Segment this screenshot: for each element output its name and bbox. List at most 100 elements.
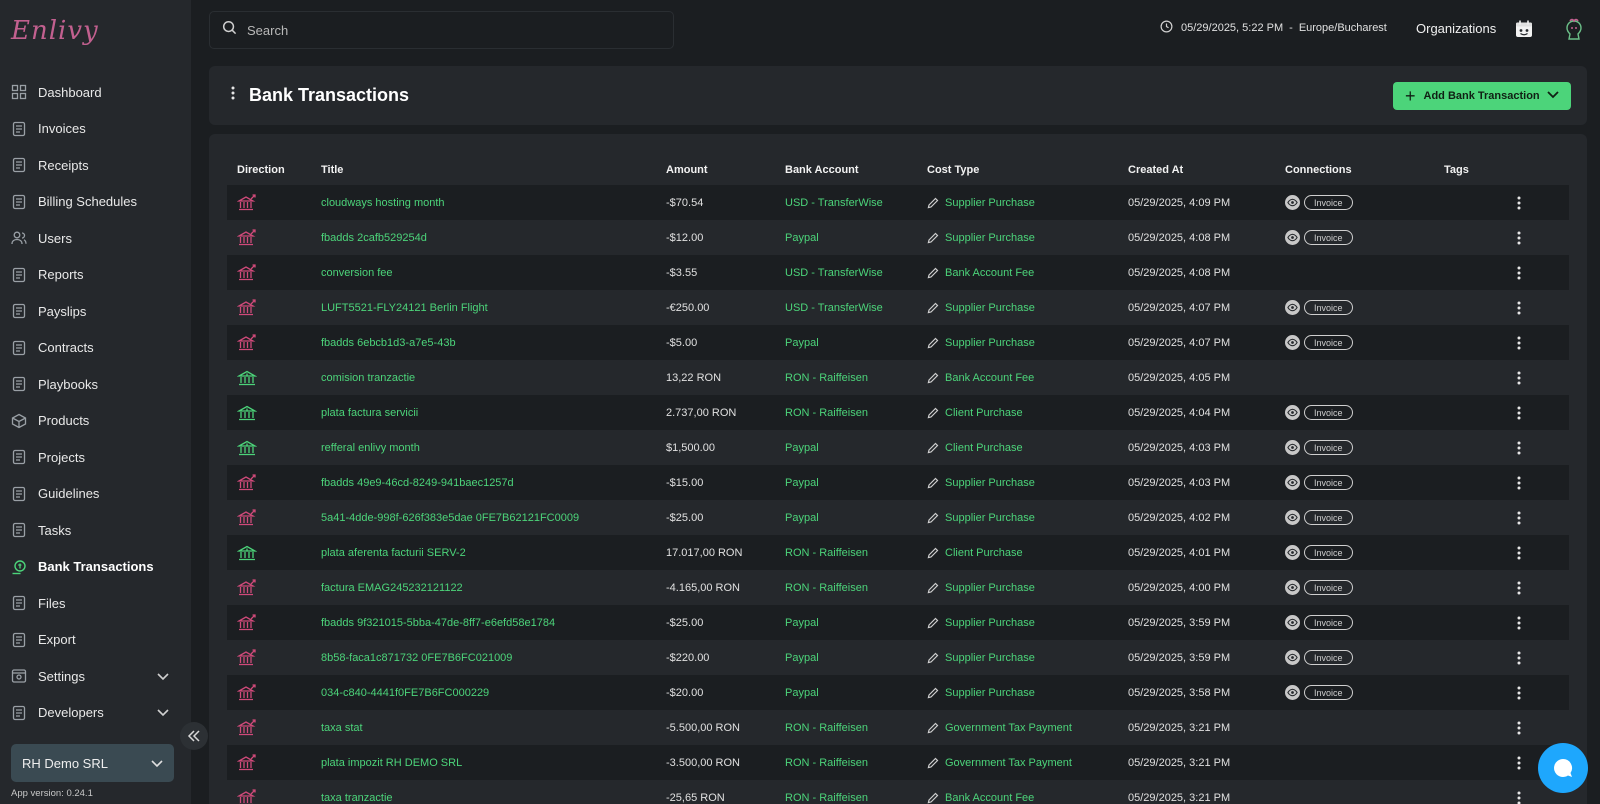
organization-select[interactable]: RH Demo SRL <box>11 744 174 782</box>
table-row[interactable]: plata impozit RH DEMO SRL -3.500,00 RON RO… <box>227 745 1569 780</box>
edit-pencil-icon[interactable] <box>927 547 939 559</box>
edit-pencil-icon[interactable] <box>927 372 939 384</box>
transaction-title-link[interactable]: taxa stat <box>321 710 363 745</box>
bank-account-link[interactable]: RON - Raiffeisen <box>785 780 868 804</box>
invoice-connection-chip[interactable]: Invoice <box>1304 335 1353 350</box>
search-input[interactable] <box>247 22 647 38</box>
bank-account-link[interactable]: USD - TransferWise <box>785 290 883 325</box>
transaction-title-link[interactable]: plata impozit RH DEMO SRL <box>321 745 462 780</box>
chat-support-button[interactable] <box>1538 743 1588 793</box>
row-options-kebab-icon[interactable] <box>1517 535 1521 570</box>
bank-account-link[interactable]: Paypal <box>785 500 819 535</box>
column-header-tags[interactable]: Tags <box>1444 164 1469 176</box>
row-options-kebab-icon[interactable] <box>1517 430 1521 465</box>
table-row[interactable]: fbadds 49e9-46cd-8249-941baec1257d -$15.0… <box>227 465 1569 500</box>
edit-pencil-icon[interactable] <box>927 757 939 769</box>
cost-type-cell[interactable]: Client Purchase <box>927 430 1023 465</box>
bank-account-link[interactable]: RON - Raiffeisen <box>785 360 868 395</box>
bank-account-link[interactable]: RON - Raiffeisen <box>785 570 868 605</box>
sidebar-item-export[interactable]: Export <box>0 622 191 659</box>
row-options-kebab-icon[interactable] <box>1517 360 1521 395</box>
view-eye-icon[interactable] <box>1285 580 1300 595</box>
edit-pencil-icon[interactable] <box>927 442 939 454</box>
bank-account-link[interactable]: USD - TransferWise <box>785 185 883 220</box>
calendar-icon[interactable] <box>1514 19 1534 44</box>
row-options-kebab-icon[interactable] <box>1517 710 1521 745</box>
cost-type-cell[interactable]: Supplier Purchase <box>927 675 1035 710</box>
transaction-title-link[interactable]: LUFT5521-FLY24121 Berlin Flight <box>321 290 488 325</box>
table-row[interactable]: 034-c840-4441f0FE7B6FC000229 -$20.00 Paypa… <box>227 675 1569 710</box>
column-header-direction[interactable]: Direction <box>237 164 285 176</box>
transaction-title-link[interactable]: refferal enlivy month <box>321 430 420 465</box>
invoice-connection-chip[interactable]: Invoice <box>1304 650 1353 665</box>
cost-type-cell[interactable]: Supplier Purchase <box>927 640 1035 675</box>
brand-logo[interactable]: Enlivy <box>11 16 99 46</box>
add-bank-transaction-button[interactable]: + Add Bank Transaction <box>1393 82 1571 110</box>
cost-type-cell[interactable]: Government Tax Payment <box>927 710 1072 745</box>
invoice-connection-chip[interactable]: Invoice <box>1304 440 1353 455</box>
bank-account-link[interactable]: Paypal <box>785 605 819 640</box>
sidebar-item-payslips[interactable]: Payslips <box>0 293 191 330</box>
bank-account-link[interactable]: Paypal <box>785 220 819 255</box>
column-header-bank-account[interactable]: Bank Account <box>785 164 859 176</box>
sidebar-item-reports[interactable]: Reports <box>0 257 191 294</box>
table-row[interactable]: comision tranzactie 13,22 RON RON - Raiffe… <box>227 360 1569 395</box>
table-row[interactable]: plata factura servicii 2.737,00 RON RON - … <box>227 395 1569 430</box>
transaction-title-link[interactable]: fbadds 9f321015-5bba-47de-8ff7-e6efd58e1… <box>321 605 555 640</box>
view-eye-icon[interactable] <box>1285 440 1300 455</box>
cost-type-cell[interactable]: Supplier Purchase <box>927 465 1035 500</box>
edit-pencil-icon[interactable] <box>927 302 939 314</box>
transaction-title-link[interactable]: plata factura servicii <box>321 395 418 430</box>
organizations-link[interactable]: Organizations <box>1416 21 1496 36</box>
column-header-created-at[interactable]: Created At <box>1128 164 1183 176</box>
edit-pencil-icon[interactable] <box>927 792 939 804</box>
bank-account-link[interactable]: Paypal <box>785 430 819 465</box>
table-row[interactable]: refferal enlivy month $1,500.00 Paypal Clie… <box>227 430 1569 465</box>
transaction-title-link[interactable]: fbadds 2cafb529254d <box>321 220 427 255</box>
cost-type-cell[interactable]: Client Purchase <box>927 535 1023 570</box>
bank-account-link[interactable]: Paypal <box>785 640 819 675</box>
sidebar-item-receipts[interactable]: Receipts <box>0 147 191 184</box>
row-options-kebab-icon[interactable] <box>1517 220 1521 255</box>
bank-account-link[interactable]: Paypal <box>785 465 819 500</box>
edit-pencil-icon[interactable] <box>927 687 939 699</box>
sidebar-item-settings[interactable]: Settings <box>0 658 191 695</box>
sidebar-item-billing-schedules[interactable]: Billing Schedules <box>0 184 191 221</box>
sidebar-item-guidelines[interactable]: Guidelines <box>0 476 191 513</box>
page-options-kebab-icon[interactable] <box>231 86 235 105</box>
row-options-kebab-icon[interactable] <box>1517 570 1521 605</box>
sidebar-item-files[interactable]: Files <box>0 585 191 622</box>
invoice-connection-chip[interactable]: Invoice <box>1304 615 1353 630</box>
table-row[interactable]: factura EMAG245232121122 -4.165,00 RON RON… <box>227 570 1569 605</box>
transaction-title-link[interactable]: fbadds 6ebcb1d3-a7e5-43b <box>321 325 456 360</box>
cost-type-cell[interactable]: Bank Account Fee <box>927 360 1034 395</box>
bank-account-link[interactable]: RON - Raiffeisen <box>785 745 868 780</box>
transaction-title-link[interactable]: conversion fee <box>321 255 393 290</box>
invoice-connection-chip[interactable]: Invoice <box>1304 230 1353 245</box>
bank-account-link[interactable]: Paypal <box>785 325 819 360</box>
view-eye-icon[interactable] <box>1285 615 1300 630</box>
invoice-connection-chip[interactable]: Invoice <box>1304 195 1353 210</box>
bank-account-link[interactable]: RON - Raiffeisen <box>785 535 868 570</box>
bank-account-link[interactable]: RON - Raiffeisen <box>785 710 868 745</box>
table-row[interactable]: fbadds 9f321015-5bba-47de-8ff7-e6efd58e1… <box>227 605 1569 640</box>
edit-pencil-icon[interactable] <box>927 267 939 279</box>
table-row[interactable]: fbadds 6ebcb1d3-a7e5-43b -$5.00 Paypal Supp… <box>227 325 1569 360</box>
cost-type-cell[interactable]: Supplier Purchase <box>927 325 1035 360</box>
view-eye-icon[interactable] <box>1285 475 1300 490</box>
transaction-title-link[interactable]: 034-c840-4441f0FE7B6FC000229 <box>321 675 489 710</box>
invoice-connection-chip[interactable]: Invoice <box>1304 475 1353 490</box>
invoice-connection-chip[interactable]: Invoice <box>1304 685 1353 700</box>
row-options-kebab-icon[interactable] <box>1517 640 1521 675</box>
cost-type-cell[interactable]: Supplier Purchase <box>927 185 1035 220</box>
row-options-kebab-icon[interactable] <box>1517 395 1521 430</box>
view-eye-icon[interactable] <box>1285 510 1300 525</box>
sidebar-item-projects[interactable]: Projects <box>0 439 191 476</box>
view-eye-icon[interactable] <box>1285 545 1300 560</box>
sidebar-item-developers[interactable]: Developers <box>0 695 191 732</box>
sidebar-item-contracts[interactable]: Contracts <box>0 330 191 367</box>
edit-pencil-icon[interactable] <box>927 617 939 629</box>
cost-type-cell[interactable]: Bank Account Fee <box>927 780 1034 804</box>
view-eye-icon[interactable] <box>1285 685 1300 700</box>
sidebar-item-playbooks[interactable]: Playbooks <box>0 366 191 403</box>
